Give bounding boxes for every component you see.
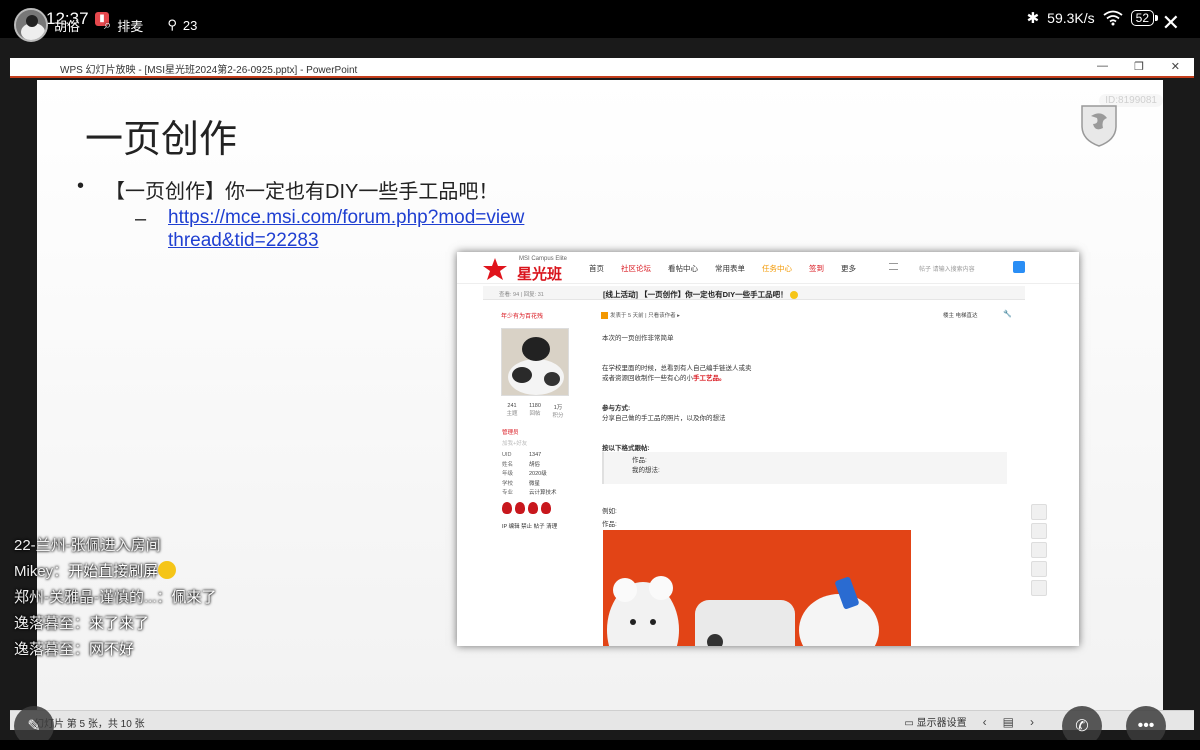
mic-queue-label[interactable]: 排麦 [117, 16, 143, 35]
bullet-item: • 【一页创作】你一定也有DIY一些手工品吧！ [77, 175, 498, 204]
post-body: 本次的一页创作非常简单 在学校里面的时候，总看到有人自己编手链送人或卖 或者资源… [602, 335, 752, 452]
format-quote: 作品: 我的想法: [602, 452, 1007, 484]
count-topics: 241 主题 [506, 403, 518, 417]
sub-bullet-dash: – [135, 208, 147, 230]
slide-grid-icon[interactable]: ▤ [1003, 715, 1014, 729]
menu-posts[interactable]: 看帖中心 [668, 263, 698, 274]
star-logo-icon [483, 258, 507, 280]
slide-title: 一页创作 [85, 117, 238, 161]
chat-message: 逸落暮至：来了来了 [14, 615, 150, 632]
menu-forms[interactable]: 常用表单 [715, 263, 745, 274]
floor-jump[interactable]: 楼主 电梯直达 [943, 311, 978, 319]
battery-indicator: 52 [1130, 10, 1159, 26]
forum-menu: 首页 社区论坛 看帖中心 常用表单 任务中心 签到 更多 [589, 263, 856, 274]
menu-checkin[interactable]: 签到 [809, 263, 824, 274]
example-photo [603, 530, 911, 646]
prev-slide-icon[interactable]: ‹ [983, 715, 987, 729]
author-info: UID 1347 姓名 胡俗 年级 2020级 学校 微星 专业 云计算技术 [502, 452, 557, 496]
forum-brand: 星光班 [517, 266, 563, 283]
restore-icon[interactable]: ❐ [1134, 60, 1144, 73]
medal-icon [502, 502, 512, 514]
tool-button[interactable] [1031, 561, 1047, 577]
minimize-icon[interactable]: — [1097, 60, 1108, 72]
bottom-edge [0, 740, 1200, 750]
powerpoint-statusbar: 幻灯片 第 5 张，共 10 张 ▭ 显示器设置 ‹ ▤ › [10, 710, 1194, 730]
medals [502, 502, 551, 514]
live-top-overlay: 胡俗 ⌕ 排麦 ⚲ 23 [14, 8, 197, 42]
menu-tasks[interactable]: 任务中心 [762, 263, 792, 274]
example-label: 例如: 作品: [602, 508, 617, 528]
bullet-dot: • [77, 175, 85, 197]
powerpoint-titlebar: WPS 幻灯片放映 - [MSI星光班2024第2-26-0925.pptx] … [10, 58, 1194, 78]
msi-dragon-logo [1079, 102, 1119, 148]
author-role: 管理员 [502, 430, 519, 436]
network-speed: 59.3K/s [1047, 10, 1095, 26]
forum-screenshot: MSI Campus Elite 星光班 首页 社区论坛 看帖中心 常用表单 任… [457, 252, 1079, 646]
audience-icon[interactable]: ⚲ [167, 17, 177, 33]
author-counts: 241 主题 1180 回帖 1万 积分 [501, 403, 569, 419]
tool-button[interactable] [1031, 542, 1047, 558]
forum-search-input[interactable]: 帖子 请输入搜索内容 [919, 264, 975, 273]
chat-messages: 22-兰州-张佩进入房间 Mikey：开始直接刷屏 郑州-关雅晶-谨慎的...：… [14, 533, 217, 663]
author-name[interactable]: 年少有为百花残 [501, 311, 543, 320]
forum-link[interactable]: https://mce.msi.com/forum.php?mod=viewth… [168, 206, 528, 252]
wifi-icon [1103, 10, 1123, 26]
status-icons: ✱ 59.3K/s 52 [1026, 9, 1159, 27]
window-title: WPS 幻灯片放映 - [MSI星光班2024第2-26-0925.pptx] … [60, 65, 358, 76]
count-replies: 1180 回帖 [529, 403, 541, 417]
thread-stats: 查看: 94 | 回复: 31 [499, 292, 544, 298]
next-slide-icon[interactable]: › [1030, 715, 1034, 729]
bluetooth-icon: ✱ [1026, 10, 1040, 27]
close-icon[interactable]: ✕ [1162, 10, 1180, 36]
close-window-icon[interactable]: ✕ [1171, 60, 1180, 73]
chat-message: 22-兰州-张佩进入房间 [14, 537, 161, 554]
count-points: 1万 积分 [552, 405, 564, 419]
display-settings-button[interactable]: ▭ 显示器设置 [904, 714, 966, 729]
post-meta: 发表于 5 天前 | 只看该作者 ▸ [601, 311, 680, 320]
forum-brand-small: MSI Campus Elite [519, 256, 568, 262]
admin-actions[interactable]: IP 编辑 禁止 帖子 清理 [502, 522, 557, 530]
thread-title-text: [线上活动] 【一页创作】你一定也有DIY一些手工品吧！ [603, 290, 788, 299]
medal-icon [528, 502, 538, 514]
chat-message: 郑州-关雅晶-谨慎的...：佩来了 [14, 589, 217, 606]
medal-icon [515, 502, 525, 514]
tool-button[interactable] [1031, 523, 1047, 539]
wrench-icon[interactable]: 🔧 [1003, 310, 1012, 318]
host-avatar[interactable] [14, 8, 48, 42]
tool-button[interactable] [1031, 504, 1047, 520]
grin-emoji-icon [158, 561, 177, 579]
menu-forum[interactable]: 社区论坛 [621, 263, 651, 274]
side-toolbar [1031, 504, 1047, 596]
audience-count[interactable]: 23 [183, 18, 197, 33]
search-icon[interactable] [1013, 261, 1025, 273]
add-friend-link[interactable]: 加我+好友 [502, 439, 527, 447]
author-avatar[interactable] [501, 328, 569, 396]
menu-more[interactable]: 更多 [841, 263, 856, 274]
bullet-text: 【一页创作】你一定也有DIY一些手工品吧！ [105, 181, 499, 203]
medal-icon [541, 502, 551, 514]
status-controls: ▭ 显示器设置 ‹ ▤ › [904, 714, 1034, 730]
chat-message: 逸落暮至：网不好 [14, 641, 135, 658]
online-icon [601, 312, 608, 320]
mic-queue-icon[interactable]: ⌕ [104, 17, 111, 33]
thread-title: [线上活动] 【一页创作】你一定也有DIY一些手工品吧！ [603, 289, 798, 300]
tool-button[interactable] [1031, 580, 1047, 596]
menu-home[interactable]: 首页 [589, 263, 604, 274]
emoji-icon [789, 291, 798, 300]
list-icon[interactable] [889, 263, 898, 270]
chat-message: Mikey：开始直接刷屏 [14, 559, 217, 585]
forum-navbar: MSI Campus Elite 星光班 首页 社区论坛 看帖中心 常用表单 任… [457, 252, 1079, 284]
host-name[interactable]: 胡俗 [54, 16, 80, 35]
